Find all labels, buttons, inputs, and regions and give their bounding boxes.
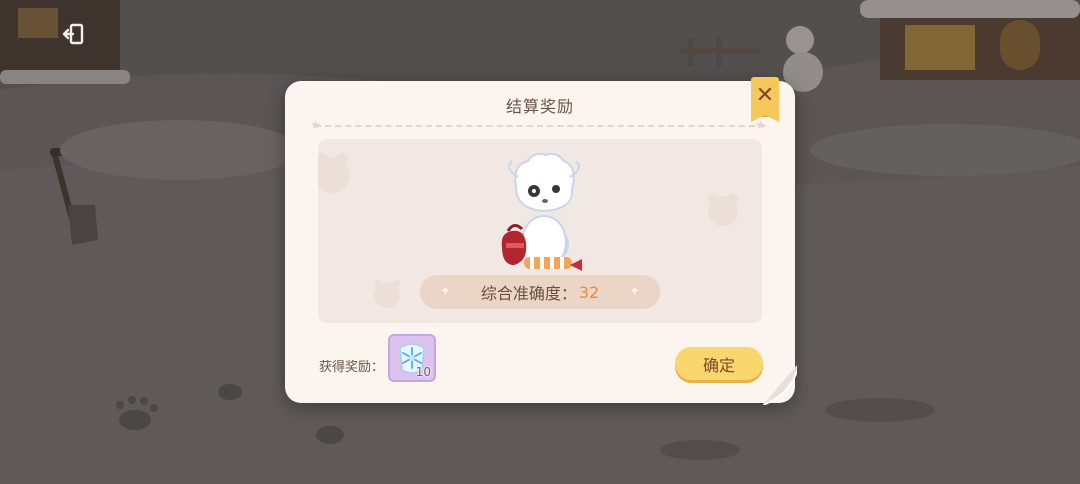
bear-face-decoration-icon [374,280,400,308]
sparkle-icon: ✦ [440,284,451,299]
reward-item-count: 10 [415,365,431,379]
close-button[interactable]: ✕ [751,77,779,122]
close-icon: ✕ [755,83,775,108]
page-curl-decoration [763,365,797,405]
exit-button[interactable] [60,20,88,48]
accuracy-value: 32 [578,282,600,302]
title-divider [315,125,765,127]
character-showcase: ✦ 综合准确度： 32 ✦ [318,139,762,323]
confirm-button[interactable]: 确定 [675,347,763,380]
reward-item-snowflake[interactable]: 10 [388,334,436,382]
exit-door-icon [62,23,84,45]
bear-face-decoration-icon [318,153,350,193]
accuracy-label: 综合准确度： [480,284,577,303]
sparkle-icon: ✦ [629,284,640,299]
character-figure [501,152,582,271]
settlement-dialog: 结算奖励 ★ ★ ✕ ✦ 综合准确度： 32 ✦ 获得奖励： 10 确定 [285,77,797,405]
accuracy-score-pill: ✦ 综合准确度： 32 ✦ [420,275,660,309]
reward-label: 获得奖励： [319,360,385,375]
dialog-title: 结算奖励 [505,97,574,116]
bear-face-decoration-icon [708,193,738,226]
